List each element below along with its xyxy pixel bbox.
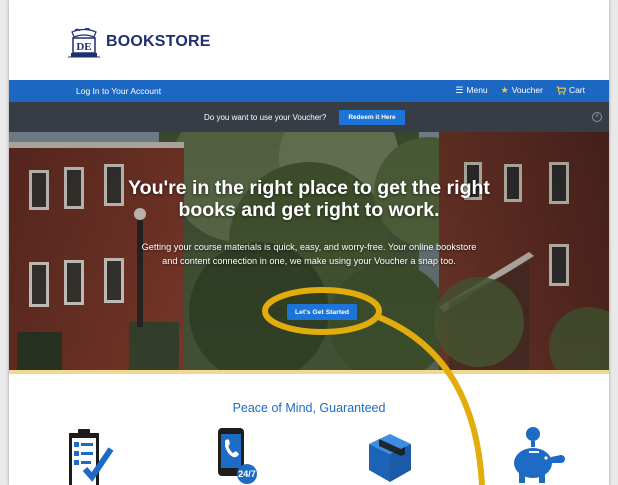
- hero-title-line-1: You're in the right place to get the rig…: [128, 177, 490, 199]
- hero-section: You're in the right place to get the rig…: [9, 132, 609, 370]
- hamburger-menu-icon: ☰: [455, 84, 464, 95]
- cart-label: Cart: [568, 85, 585, 95]
- get-started-button[interactable]: Let's Get Started: [287, 304, 357, 320]
- close-banner-icon[interactable]: ×: [592, 112, 602, 122]
- voucher-label: Voucher: [511, 85, 543, 95]
- hero-subtitle-line-2: and content connection in one, we make u…: [162, 256, 456, 266]
- shipping-box-icon: [369, 434, 411, 482]
- crest-logo-icon[interactable]: DE: [63, 28, 105, 60]
- voucher-prompt: Do you want to use your Voucher?: [204, 113, 327, 122]
- checklist-clipboard-icon: [69, 429, 114, 485]
- menu-button[interactable]: ☰ Menu: [455, 85, 487, 95]
- brand-name[interactable]: BOOKSTORE: [106, 33, 211, 51]
- voucher-banner: Do you want to use your Voucher? Redeem …: [9, 102, 609, 132]
- phone-24-7-icon: 24/7: [218, 428, 257, 484]
- menu-label: Menu: [466, 85, 488, 95]
- hero-title: You're in the right place to get the rig…: [9, 177, 609, 221]
- cart-link[interactable]: Cart: [556, 85, 585, 95]
- hero-title-line-2: books and get right to work.: [178, 199, 440, 221]
- piggy-bank-icon: [514, 427, 565, 483]
- redeem-voucher-button[interactable]: Redeem it Here: [339, 110, 405, 125]
- nav-right-group: ☰ Menu ★ Voucher Cart: [455, 85, 585, 95]
- cart-icon: [556, 85, 566, 95]
- browser-page: DE BOOKSTORE Log In to Your Account ☰ Me…: [9, 0, 609, 485]
- header-logo-bar: DE BOOKSTORE: [9, 0, 609, 80]
- crest-letters: DE: [76, 41, 91, 53]
- voucher-link[interactable]: ★ Voucher: [501, 85, 543, 95]
- top-nav-bar: Log In to Your Account ☰ Menu ★ Voucher …: [9, 80, 609, 102]
- star-icon: ★: [500, 84, 509, 95]
- hero-subtitle: Getting your course materials is quick, …: [9, 240, 609, 268]
- features-section: Peace of Mind, Guaranteed 24/7: [9, 374, 609, 485]
- support-badge-text: 24/7: [238, 469, 256, 479]
- login-link[interactable]: Log In to Your Account: [76, 86, 161, 96]
- features-heading: Peace of Mind, Guaranteed: [232, 401, 386, 415]
- hero-subtitle-line-1: Getting your course materials is quick, …: [141, 242, 477, 252]
